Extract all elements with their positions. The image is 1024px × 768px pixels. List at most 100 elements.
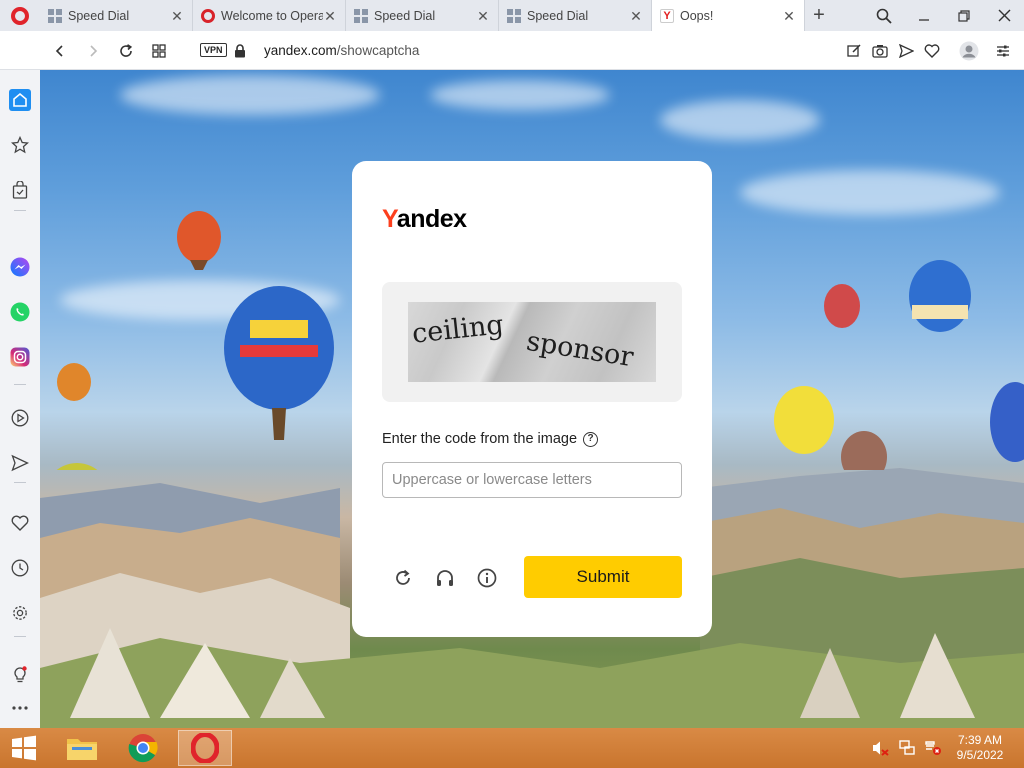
clock-time: 7:39 AM bbox=[957, 733, 1003, 747]
taskbar-chrome[interactable] bbox=[116, 730, 170, 766]
url-host: yandex.com bbox=[264, 43, 337, 58]
submit-button[interactable]: Submit bbox=[524, 556, 682, 598]
tab-label: Oops! bbox=[680, 8, 714, 23]
close-tab-icon[interactable]: ✕ bbox=[323, 9, 337, 23]
url-field[interactable]: yandex.com/showcaptcha bbox=[264, 31, 419, 70]
send-icon bbox=[898, 43, 914, 58]
home-icon bbox=[9, 89, 31, 111]
sidebar-home[interactable] bbox=[0, 85, 40, 115]
tab-label: Welcome to Opera bbox=[221, 8, 323, 23]
captcha-card: Yandex ceiling sponsor Enter the code fr… bbox=[352, 161, 712, 637]
messenger-icon bbox=[10, 257, 30, 277]
restore-button[interactable] bbox=[946, 0, 982, 31]
sidebar bbox=[0, 70, 40, 728]
audio-captcha-button[interactable] bbox=[431, 564, 459, 592]
headphones-icon bbox=[437, 570, 453, 586]
minimize-button[interactable] bbox=[906, 0, 942, 31]
close-tab-icon[interactable]: ✕ bbox=[629, 9, 643, 23]
yandex-icon: Y bbox=[660, 8, 674, 23]
speed-dial-icon bbox=[48, 8, 62, 23]
captcha-image: ceiling sponsor bbox=[408, 302, 656, 382]
tab-oops[interactable]: Y Oops! ✕ bbox=[652, 0, 805, 31]
vpn-badge[interactable]: VPN bbox=[200, 43, 227, 57]
close-tab-icon[interactable]: ✕ bbox=[782, 9, 796, 23]
volume-muted-icon[interactable] bbox=[872, 740, 890, 756]
reload-icon bbox=[120, 43, 133, 57]
url-path: /showcaptcha bbox=[336, 43, 420, 58]
profile-button[interactable] bbox=[955, 31, 983, 70]
sidebar-settings[interactable] bbox=[0, 598, 40, 628]
refresh-captcha-button[interactable] bbox=[389, 564, 417, 592]
captcha-word: ceiling bbox=[410, 309, 506, 350]
tab-speed-dial-3[interactable]: Speed Dial ✕ bbox=[499, 0, 652, 31]
sidebar-shopping[interactable] bbox=[0, 175, 40, 205]
tab-speed-dial-2[interactable]: Speed Dial ✕ bbox=[346, 0, 499, 31]
chrome-icon bbox=[128, 734, 158, 763]
tab-label: Speed Dial bbox=[527, 8, 589, 23]
back-button[interactable] bbox=[46, 31, 74, 70]
sidebar-tips[interactable] bbox=[0, 659, 40, 689]
easy-setup-button[interactable] bbox=[840, 31, 868, 70]
snapshot-button[interactable] bbox=[866, 31, 894, 70]
close-tab-icon[interactable]: ✕ bbox=[476, 9, 490, 23]
captcha-image-box: ceiling sponsor bbox=[382, 282, 682, 402]
captcha-code-input[interactable] bbox=[382, 462, 682, 498]
history-icon bbox=[11, 559, 29, 577]
more-icon bbox=[12, 706, 28, 710]
search-tabs-button[interactable] bbox=[866, 0, 902, 31]
captcha-word: sponsor bbox=[524, 325, 636, 374]
close-tab-icon[interactable]: ✕ bbox=[170, 9, 184, 23]
easy-setup-menu-button[interactable] bbox=[989, 31, 1017, 70]
captcha-prompt: Enter the code from the image ? bbox=[382, 431, 599, 447]
avatar-icon bbox=[959, 41, 979, 60]
new-tab-button[interactable]: + bbox=[808, 0, 830, 31]
tab-speed-dial-1[interactable]: Speed Dial ✕ bbox=[40, 0, 193, 31]
sidebar-bookmarks[interactable] bbox=[0, 508, 40, 538]
desktop: Speed Dial ✕ Welcome to Opera ✕ Speed Di… bbox=[0, 0, 1024, 768]
lock-icon bbox=[235, 43, 245, 57]
captcha-info-button[interactable] bbox=[473, 564, 501, 592]
taskbar-opera[interactable] bbox=[178, 730, 232, 766]
sidebar-instagram[interactable] bbox=[0, 342, 40, 372]
sidebar-player[interactable] bbox=[0, 403, 40, 433]
search-icon bbox=[876, 8, 892, 24]
opera-menu-button[interactable] bbox=[0, 0, 40, 31]
lock-button[interactable] bbox=[226, 31, 254, 70]
action-center-icon[interactable] bbox=[924, 740, 942, 756]
info-icon bbox=[477, 568, 497, 588]
taskbar-clock[interactable]: 7:39 AM 9/5/2022 bbox=[950, 733, 1010, 763]
start-button[interactable] bbox=[0, 728, 48, 768]
speed-dial-button[interactable] bbox=[145, 31, 173, 70]
yandex-logo: Yandex bbox=[382, 205, 467, 233]
sidebar-divider bbox=[14, 384, 26, 385]
sidebar-more[interactable] bbox=[0, 693, 40, 723]
heart-icon bbox=[924, 43, 940, 58]
refresh-icon bbox=[396, 569, 410, 585]
opera-logo-icon bbox=[11, 6, 29, 25]
taskbar-file-explorer[interactable] bbox=[55, 730, 109, 766]
heart-icon bbox=[11, 515, 29, 531]
instagram-icon bbox=[10, 347, 30, 367]
minimize-icon bbox=[919, 18, 929, 21]
tab-welcome-opera[interactable]: Welcome to Opera ✕ bbox=[193, 0, 346, 31]
reload-button[interactable] bbox=[112, 31, 140, 70]
lightbulb-icon bbox=[14, 666, 27, 683]
bookmark-button[interactable] bbox=[918, 31, 946, 70]
edit-icon bbox=[846, 44, 861, 57]
address-bar: VPN yandex.com/showcaptcha bbox=[0, 31, 1024, 70]
sidebar-speed-dial[interactable] bbox=[0, 130, 40, 160]
send-button[interactable] bbox=[892, 31, 920, 70]
opera-icon bbox=[191, 733, 219, 763]
forward-arrow-icon bbox=[90, 44, 98, 57]
settings-sliders-icon bbox=[997, 45, 1009, 56]
help-question-icon[interactable]: ? bbox=[583, 431, 599, 447]
sidebar-history[interactable] bbox=[0, 553, 40, 583]
page-content: Yandex ceiling sponsor Enter the code fr… bbox=[40, 70, 1024, 728]
star-icon bbox=[11, 136, 29, 154]
network-icon[interactable] bbox=[898, 740, 916, 756]
sidebar-whatsapp[interactable] bbox=[0, 297, 40, 327]
forward-button[interactable] bbox=[79, 31, 107, 70]
sidebar-messenger[interactable] bbox=[0, 252, 40, 282]
close-window-button[interactable] bbox=[986, 0, 1022, 31]
sidebar-my-flow[interactable] bbox=[0, 448, 40, 478]
